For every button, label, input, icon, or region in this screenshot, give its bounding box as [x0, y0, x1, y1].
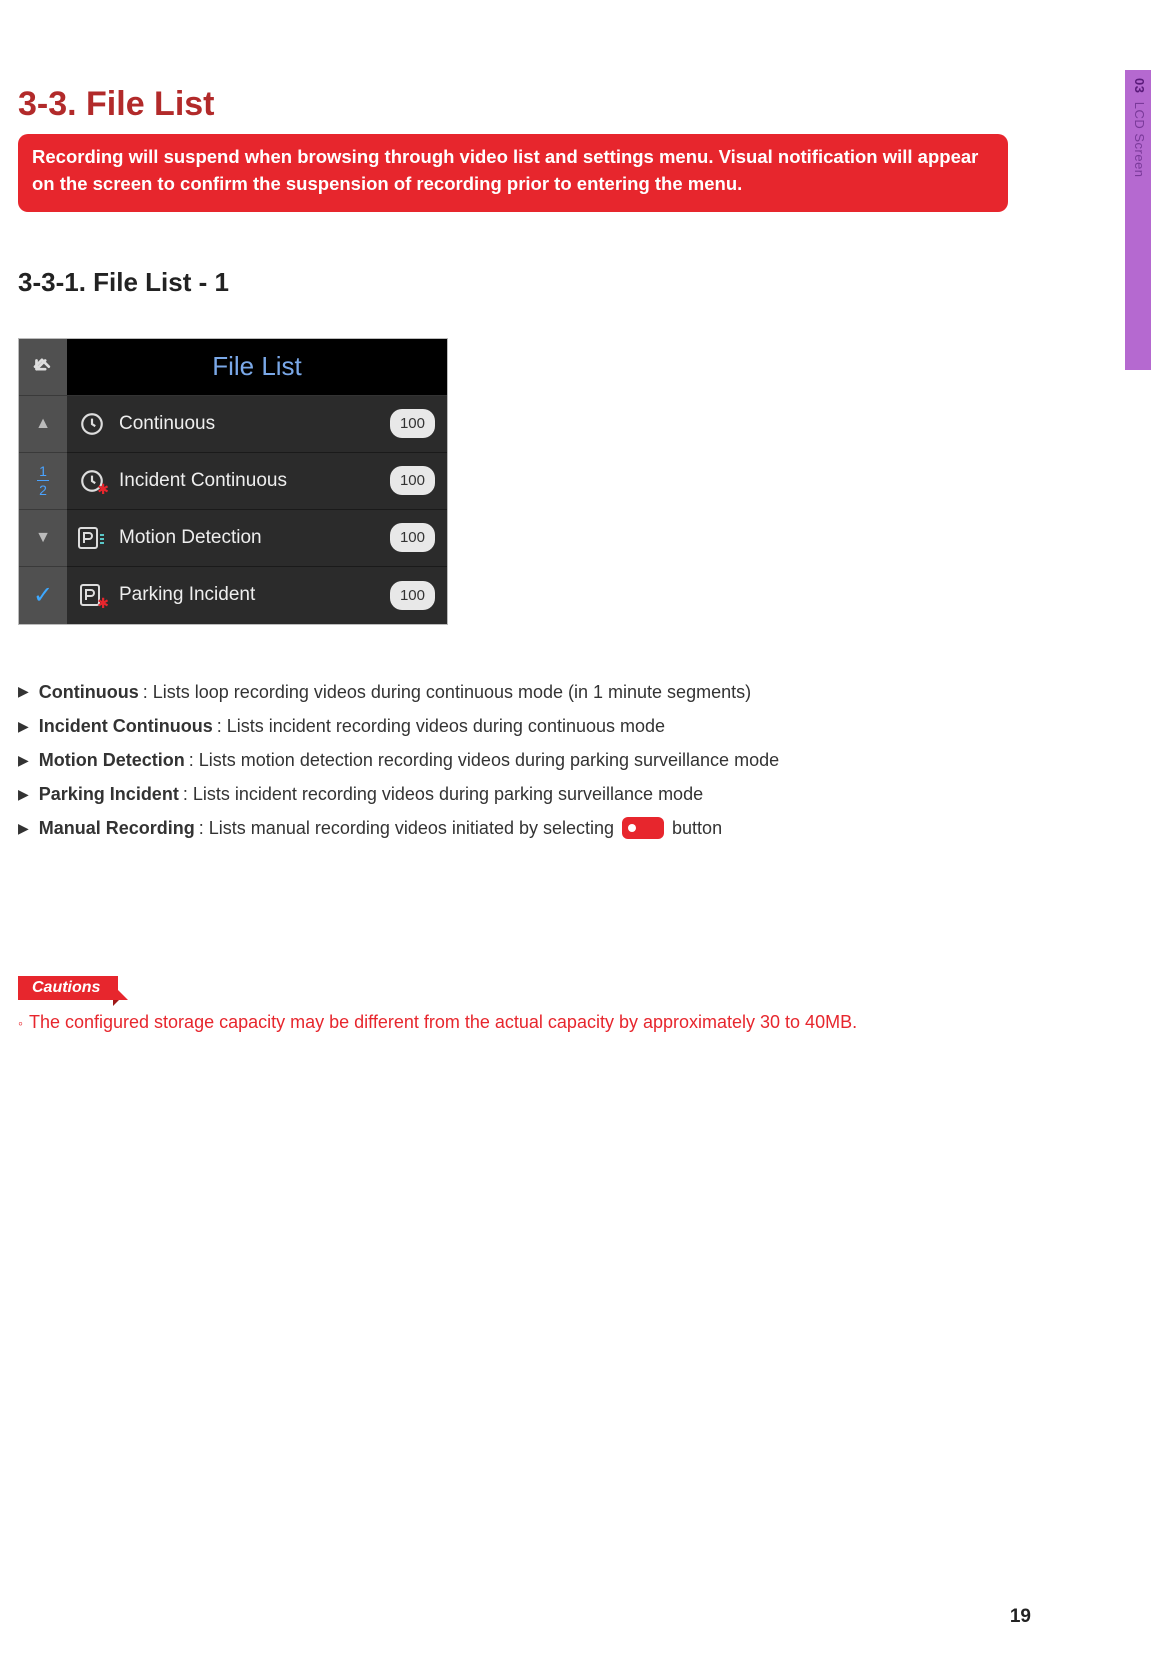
clock-icon [77, 409, 107, 439]
section-title: 3-3. File List [18, 85, 1031, 124]
record-button-icon [622, 817, 664, 839]
page-total: 2 [39, 483, 47, 497]
cautions-label: Cautions [18, 976, 118, 1000]
count-badge: 100 [390, 523, 435, 552]
bullet-triangle-icon: ▶ [18, 781, 29, 808]
description-item: ▶ Motion Detection : Lists motion detect… [18, 743, 1031, 777]
device-screenshot: ▲ 1 2 ▼ ✓ File List Continuous 100 [18, 338, 448, 625]
list-item-motion-detection[interactable]: Motion Detection 100 [67, 510, 447, 567]
clock-alert-icon: ✱ [77, 466, 107, 496]
description-list: ▶ Continuous : Lists loop recording vide… [18, 675, 1031, 846]
bullet-triangle-icon: ▶ [18, 713, 29, 740]
list-item-incident-continuous[interactable]: ✱ Incident Continuous 100 [67, 453, 447, 510]
description-item: ▶ Manual Recording : Lists manual record… [18, 811, 1031, 845]
device-nav-column: ▲ 1 2 ▼ ✓ [19, 339, 67, 624]
scroll-down-button[interactable]: ▼ [19, 510, 67, 567]
device-main-column: File List Continuous 100 ✱ Incident Cont… [67, 339, 447, 624]
description-text: : Lists motion detection recording video… [189, 743, 779, 777]
list-item-label: Incident Continuous [119, 470, 378, 492]
caution-text: The configured storage capacity may be d… [29, 1012, 857, 1032]
triangle-up-icon: ▲ [35, 415, 51, 433]
description-term: Parking Incident [39, 777, 179, 811]
scroll-up-button[interactable]: ▲ [19, 396, 67, 453]
warning-banner: Recording will suspend when browsing thr… [18, 134, 1008, 212]
list-item-continuous[interactable]: Continuous 100 [67, 396, 447, 453]
chapter-number: 03 [1132, 78, 1147, 93]
check-icon: ✓ [33, 581, 53, 610]
description-text: : Lists incident recording videos during… [217, 709, 665, 743]
bullet-triangle-icon: ▶ [18, 678, 29, 705]
count-badge: 100 [390, 581, 435, 610]
count-badge: 100 [390, 466, 435, 495]
bullet-triangle-icon: ▶ [18, 747, 29, 774]
page-indicator: 1 2 [19, 453, 67, 510]
description-item: ▶ Incident Continuous : Lists incident r… [18, 709, 1031, 743]
device-screen-title: File List [67, 339, 447, 396]
fraction-line-icon [37, 480, 49, 481]
confirm-button[interactable]: ✓ [19, 567, 67, 624]
description-text: : Lists incident recording videos during… [183, 777, 703, 811]
page-number: 19 [1010, 1606, 1031, 1628]
parking-alert-icon: ✱ [77, 580, 107, 610]
description-text: : Lists loop recording videos during con… [143, 675, 751, 709]
description-item: ▶ Continuous : Lists loop recording vide… [18, 675, 1031, 709]
parking-motion-icon [77, 523, 107, 553]
list-item-label: Parking Incident [119, 584, 378, 606]
page-current: 1 [39, 464, 47, 478]
back-arrow-icon [30, 354, 56, 380]
description-text-a: : Lists manual recording videos initiate… [199, 811, 614, 845]
bullet-triangle-icon: ▶ [18, 815, 29, 842]
description-item: ▶ Parking Incident : Lists incident reco… [18, 777, 1031, 811]
list-item-label: Continuous [119, 413, 378, 435]
subsection-title: 3-3-1. File List - 1 [18, 267, 1031, 298]
triangle-down-icon: ▼ [35, 529, 51, 547]
description-term: Incident Continuous [39, 709, 213, 743]
list-item-parking-incident[interactable]: ✱ Parking Incident 100 [67, 567, 447, 624]
description-term: Motion Detection [39, 743, 185, 777]
description-term: Continuous [39, 675, 139, 709]
count-badge: 100 [390, 409, 435, 438]
description-term: Manual Recording [39, 811, 195, 845]
chapter-tab-label: 03 LCD Screen [1132, 78, 1147, 178]
cautions-section: Cautions ◦ The configured storage capacit… [18, 976, 1031, 1033]
chapter-title-text: LCD Screen [1132, 102, 1147, 178]
list-item-label: Motion Detection [119, 527, 378, 549]
back-button[interactable] [19, 339, 67, 396]
bullet-circle-icon: ◦ [18, 1015, 23, 1031]
description-text-b: button [672, 811, 722, 845]
caution-line: ◦ The configured storage capacity may be … [18, 1012, 1031, 1033]
